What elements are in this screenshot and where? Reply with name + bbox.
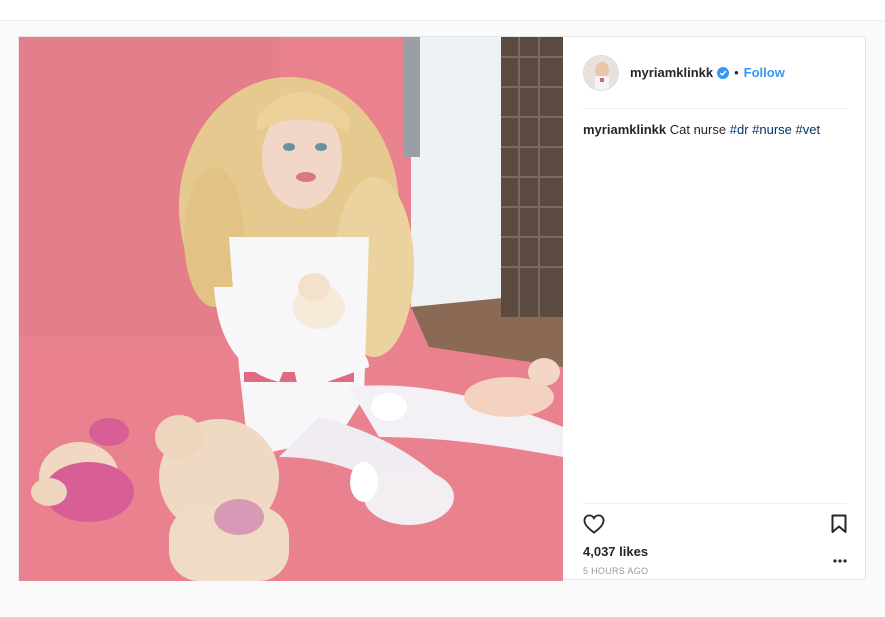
post-username[interactable]: myriamklinkk [630,65,713,80]
heart-icon[interactable] [583,514,605,539]
follow-button[interactable]: Follow [744,65,785,80]
likes-count[interactable]: 4,037 likes [583,544,648,559]
verified-badge-icon [717,66,730,79]
caption-text: Cat nurse [669,122,727,137]
post-caption: myriamklinkk Cat nurse #dr #nurse #vet [583,121,847,139]
bookmark-icon[interactable] [831,514,847,539]
hashtag-link[interactable]: #vet [796,122,821,137]
post-sidebar: myriamklinkk • Follow myriamklinkk Cat n… [563,37,867,581]
post-header: myriamklinkk • Follow [583,37,847,109]
hashtag-link[interactable]: #dr [730,122,749,137]
avatar[interactable] [583,54,619,91]
hashtag-link[interactable]: #nurse [752,122,792,137]
top-bar [0,0,885,21]
post-timestamp: 5 HOURS AGO [583,566,649,576]
post-photo[interactable] [19,37,563,581]
caption-username[interactable]: myriamklinkk [583,122,666,137]
separator-dot: • [734,65,739,80]
post-card: myriamklinkk • Follow myriamklinkk Cat n… [18,36,867,581]
more-options-icon[interactable] [833,550,847,566]
post-actions: 4,037 likes 5 HOURS AGO [583,503,847,582]
